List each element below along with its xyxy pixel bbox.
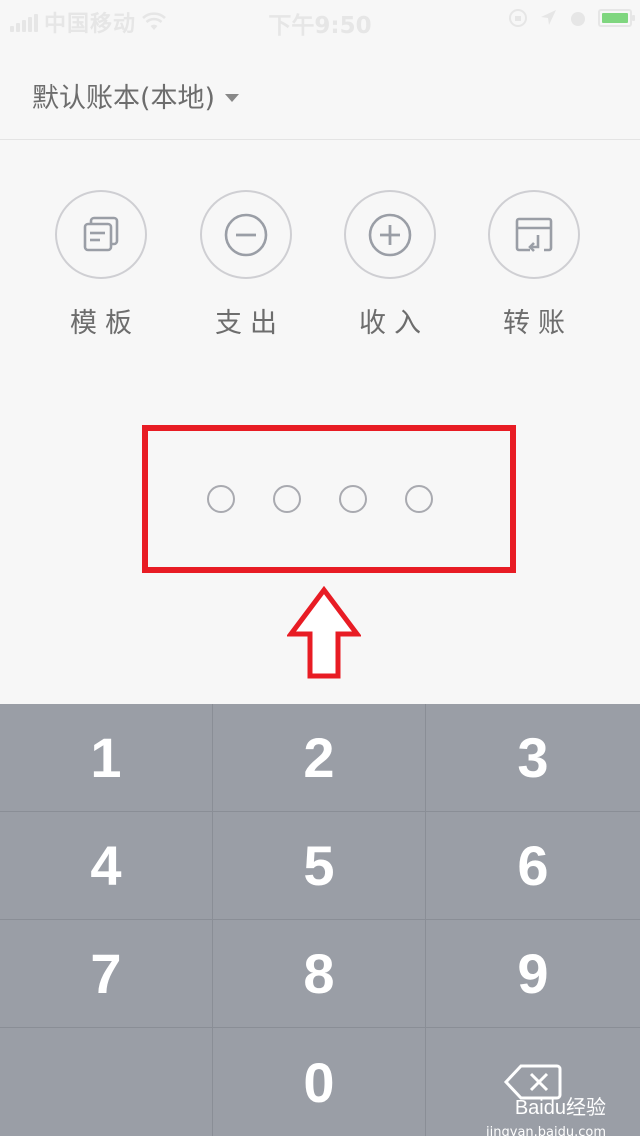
minus-circle-icon xyxy=(200,190,292,279)
status-bar: 中国移动 下午9:50 xyxy=(0,0,640,40)
carrier-name: 中国移动 xyxy=(44,12,137,37)
expense-button[interactable]: 支出 xyxy=(186,190,306,340)
account-book-selector[interactable]: 默认账本(本地) xyxy=(32,76,240,115)
wifi-icon xyxy=(142,12,166,30)
template-label: 模板 xyxy=(70,308,140,339)
pin-indicator[interactable] xyxy=(148,431,510,567)
income-label: 收入 xyxy=(359,308,429,339)
income-button[interactable]: 收入 xyxy=(330,190,450,340)
baidu-jingyan-watermark: Baidu经验 jingyan.baidu.com xyxy=(486,1091,606,1136)
key-1[interactable]: 1 xyxy=(0,704,212,811)
up-arrow-annotation-icon xyxy=(287,586,361,679)
status-right xyxy=(508,8,635,28)
numeric-keypad: 1 2 3 4 5 6 7 8 9 0 xyxy=(0,704,640,1136)
key-5[interactable]: 5 xyxy=(213,812,425,919)
orientation-lock-icon xyxy=(509,9,527,27)
quick-actions: 模板 支出 收入 转账 xyxy=(0,190,640,350)
pin-dot xyxy=(273,485,301,513)
transfer-icon xyxy=(488,190,580,279)
key-9[interactable]: 9 xyxy=(426,920,640,1027)
pin-dot xyxy=(405,485,433,513)
key-3[interactable]: 3 xyxy=(426,704,640,811)
watermark-brand: Baidu经验 xyxy=(514,1097,606,1119)
transfer-button[interactable]: 转账 xyxy=(474,190,594,340)
key-4[interactable]: 4 xyxy=(0,812,212,919)
key-6[interactable]: 6 xyxy=(426,812,640,919)
signal-icon xyxy=(10,12,38,32)
pin-dot xyxy=(207,485,235,513)
template-icon xyxy=(55,190,147,279)
account-book-name: 默认账本(本地) xyxy=(32,83,216,114)
transfer-label: 转账 xyxy=(503,308,573,339)
header: 默认账本(本地) xyxy=(0,40,640,140)
dropdown-caret-icon xyxy=(225,93,240,102)
expense-label: 支出 xyxy=(215,308,285,339)
template-button[interactable]: 模板 xyxy=(41,190,161,340)
watermark-url: jingyan.baidu.com xyxy=(486,1125,606,1136)
alarm-icon xyxy=(571,12,585,26)
battery-icon xyxy=(598,9,635,27)
status-left: 中国移动 xyxy=(10,6,166,38)
location-icon xyxy=(541,10,556,25)
key-blank xyxy=(0,1028,212,1136)
key-7[interactable]: 7 xyxy=(0,920,212,1027)
pin-dot xyxy=(339,485,367,513)
pin-highlight-box xyxy=(142,425,516,573)
plus-circle-icon xyxy=(344,190,436,279)
key-2[interactable]: 2 xyxy=(213,704,425,811)
key-0[interactable]: 0 xyxy=(213,1028,425,1136)
key-8[interactable]: 8 xyxy=(213,920,425,1027)
